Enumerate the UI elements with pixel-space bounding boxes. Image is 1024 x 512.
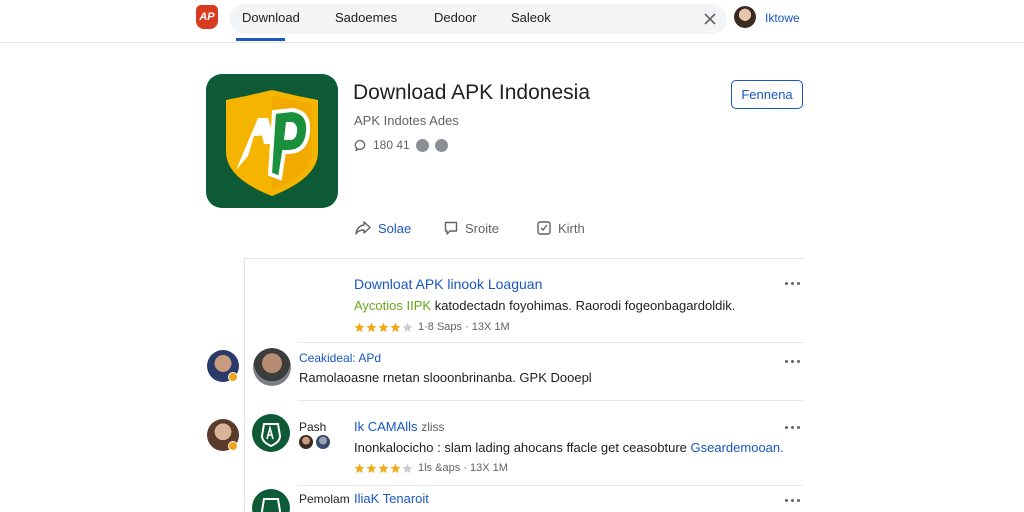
divider — [298, 485, 803, 486]
post-meta: 1·8 Saps · 13X 1M — [354, 320, 510, 334]
save-button[interactable]: Kirth — [536, 219, 585, 237]
post-highlight: Aycotios IIPK — [354, 298, 432, 313]
status-badge — [228, 441, 238, 451]
app-title: Download APK Indonesia — [353, 81, 590, 104]
star-icon — [390, 463, 401, 473]
close-icon[interactable] — [702, 11, 718, 27]
star-icon — [354, 463, 365, 473]
commenter-name[interactable]: Pemolam — [299, 492, 350, 506]
star-icon — [402, 463, 413, 473]
app-logo-icon — [260, 498, 282, 512]
post-meta-text: 1ls &aps · 13X 1M — [418, 462, 508, 474]
follow-button[interactable]: Fennena — [731, 80, 803, 109]
star-icon — [354, 322, 365, 332]
share-label: Solae — [378, 220, 412, 236]
more-options-button[interactable] — [784, 422, 802, 432]
post-text: Aycotios IIPK katodectadn foyohimas. Rao… — [354, 298, 735, 313]
active-tab-indicator — [236, 38, 285, 41]
nav-search-bar — [230, 4, 727, 34]
shield-logo-icon — [226, 90, 318, 196]
more-options-button[interactable] — [784, 278, 802, 288]
comment-bubble-icon — [354, 139, 366, 151]
post-title[interactable]: Downloat APK linook Loaguan — [354, 276, 542, 292]
share-icon — [355, 221, 371, 235]
status-badge — [228, 372, 238, 382]
app-logo-icon — [260, 423, 282, 448]
app-stats: 180 41 — [354, 138, 448, 152]
share-button[interactable]: Solae — [354, 219, 411, 237]
badge-icon — [434, 138, 448, 152]
commenter-name[interactable]: Pash — [299, 420, 326, 434]
more-options-button[interactable] — [784, 495, 802, 505]
badge-icon — [415, 138, 429, 152]
avatar[interactable] — [253, 348, 291, 386]
more-options-button[interactable] — [784, 356, 802, 366]
star-icon — [390, 322, 401, 332]
feed-border — [244, 258, 245, 512]
tab-download[interactable]: Download — [242, 10, 300, 25]
post-body: katodectadn foyohimas. Raorodi fogeonbag… — [431, 298, 736, 313]
mini-avatar — [299, 435, 313, 449]
post-meta-text: 1·8 Saps · 13X 1M — [418, 321, 510, 333]
post-body: Inonkalocicho : slam lading ahocans ffac… — [354, 440, 691, 455]
save-icon — [537, 221, 551, 235]
app-avatar[interactable] — [252, 414, 290, 452]
star-icon — [366, 463, 377, 473]
rating-stars — [354, 322, 413, 333]
user-avatar[interactable] — [734, 6, 756, 28]
app-icon — [206, 74, 338, 208]
feed-border — [244, 258, 804, 259]
app-subtitle: APK Indotes Ades — [354, 113, 459, 128]
divider — [298, 342, 803, 343]
post-title-muted: zliss — [421, 420, 445, 434]
app-avatar[interactable] — [252, 489, 290, 512]
save-label: Kirth — [558, 220, 585, 236]
star-icon — [366, 322, 377, 332]
star-icon — [402, 322, 413, 332]
mini-avatar — [316, 435, 330, 449]
commenter-name[interactable]: Ceakideal: APd — [299, 351, 381, 365]
post-title-text: Ik CAMAlls — [354, 419, 418, 434]
post-title[interactable]: Ik CAMAlls zliss — [354, 419, 445, 434]
comment-button[interactable]: Sroite — [443, 219, 499, 237]
post-link[interactable]: Gseardemooan. — [691, 440, 784, 455]
tab-dedoor[interactable]: Dedoor — [434, 10, 477, 25]
stats-count: 180 41 — [373, 138, 410, 152]
top-bar: AP Download Sadoemes Dedoor Saleok Iktow… — [0, 0, 1024, 43]
star-icon — [378, 463, 389, 473]
tab-sadoemes[interactable]: Sadoemes — [335, 10, 397, 25]
star-icon — [378, 322, 389, 332]
comment-text: Ramolaoasne rnetan slooonbrinanba. GPK D… — [299, 370, 592, 385]
post-title[interactable]: IliaK Tenaroit — [354, 491, 429, 506]
site-logo[interactable]: AP — [196, 5, 218, 29]
tab-saleok[interactable]: Saleok — [511, 10, 551, 25]
comment-label: Sroite — [465, 220, 499, 236]
post-text: Inonkalocicho : slam lading ahocans ffac… — [354, 440, 784, 455]
comment-icon — [444, 221, 458, 235]
divider — [298, 400, 803, 401]
post-meta: 1ls &aps · 13X 1M — [354, 461, 508, 475]
rating-stars — [354, 463, 413, 474]
user-name[interactable]: Iktowe — [765, 11, 800, 25]
